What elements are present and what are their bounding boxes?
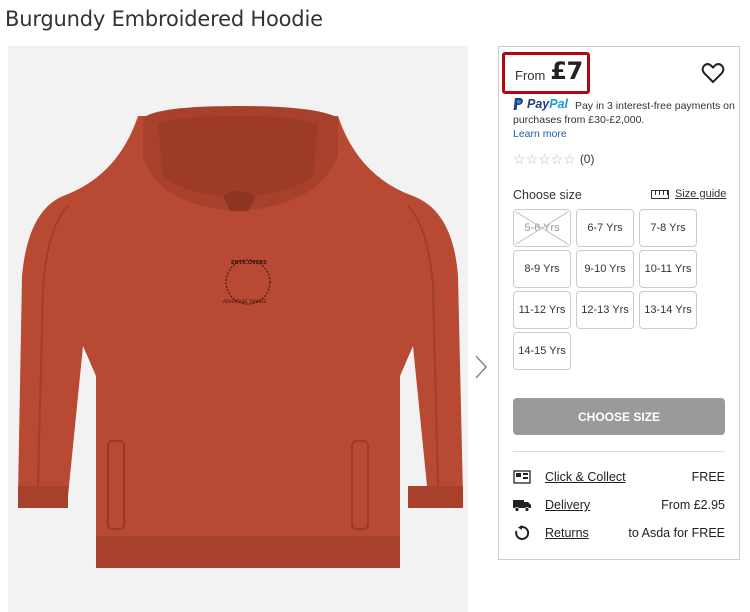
size-option[interactable]: 12-13 Yrs [576,291,634,329]
purchase-panel: From £7 Pay Pal Pay in 3 interest-free pa… [498,46,740,560]
choose-size-label: Choose size [513,188,582,202]
size-option-label: 14-15 Yrs [518,345,566,357]
heart-icon [701,63,725,84]
size-option-label: 9-10 Yrs [584,263,626,275]
size-option-label: 10-11 Yrs [644,263,692,275]
size-guide-link[interactable]: Size guide [651,188,726,200]
click-collect-value: FREE [691,470,725,484]
returns-value: to Asda for FREE [628,526,725,540]
ruler-icon [651,189,669,199]
choose-size-button[interactable]: CHOOSE SIZE [513,398,725,435]
price-highlight: From £7 [502,52,590,94]
star-icon: ☆ [513,151,526,167]
price-from-label: From [515,68,546,83]
size-option-label: 13-14 Yrs [644,304,692,316]
rating-count: (0) [579,152,595,166]
paypal-logo: Pay Pal [513,97,568,111]
delivery-link[interactable]: Delivery [545,498,661,512]
store-icon [513,469,531,485]
size-options: 5-6 Yrs 6-7 Yrs 7-8 Yrs 8-9 Yrs 9-10 Yrs 10-1… [513,209,713,370]
star-icon: ☆ [525,151,539,167]
truck-icon [513,497,531,513]
star-icon: ☆ [550,151,564,167]
size-option[interactable]: 6-7 Yrs [576,209,634,247]
embroidery-text-bottom: ADVENTURE THRIVES [223,299,267,304]
product-title: Burgundy Embroidered Hoodie [5,7,323,31]
delivery-row-delivery: Delivery From £2.95 [513,495,725,515]
divider [513,451,725,452]
delivery-row-click-collect: Click & Collect FREE [513,467,725,487]
next-image-arrow[interactable] [472,352,490,382]
size-option-label: 12-13 Yrs [581,304,629,316]
returns-link[interactable]: Returns [545,526,628,540]
returns-icon [513,525,531,541]
size-option[interactable]: 14-15 Yrs [513,332,571,370]
star-icon: ☆ [563,151,576,167]
paypal-brand-pay: Pay [527,97,550,111]
size-option[interactable]: 13-14 Yrs [639,291,697,329]
size-option-label: 7-8 Yrs [650,222,686,234]
rating[interactable]: ☆ ☆ ☆ ☆ ☆ (0) [513,152,594,166]
size-option-label: 11-12 Yrs [518,304,566,316]
price-value: £7 [550,57,583,85]
delivery-value: From £2.95 [661,498,725,512]
size-option[interactable]: 9-10 Yrs [576,250,634,288]
click-collect-link[interactable]: Click & Collect [545,470,692,484]
size-option: 5-6 Yrs [513,209,571,247]
size-guide-label: Size guide [675,188,727,200]
size-option[interactable]: 11-12 Yrs [513,291,571,329]
size-option[interactable]: 10-11 Yrs [639,250,697,288]
wishlist-button[interactable] [701,62,725,84]
paypal-icon [513,98,524,110]
size-option[interactable]: 7-8 Yrs [639,209,697,247]
star-icon: ☆ [538,151,551,167]
delivery-row-returns: Returns to Asda for FREE [513,523,725,543]
hoodie-illustration [18,106,464,568]
embroidery-text-top: ENTR.OVERS [231,260,267,266]
unavailable-cross-icon [515,211,569,245]
paypal-learn-more-link[interactable]: Learn more [513,127,735,141]
product-image[interactable]: ENTR.OVERS ADVENTURE THRIVES [8,46,468,612]
chevron-right-icon [475,355,488,379]
size-option-label: 8-9 Yrs [524,263,560,275]
paypal-brand-pal: Pal [549,97,569,111]
size-option[interactable]: 8-9 Yrs [513,250,571,288]
size-option-label: 6-7 Yrs [587,222,623,234]
paypal-message: Pay Pal Pay in 3 interest-free payments o… [513,97,735,141]
